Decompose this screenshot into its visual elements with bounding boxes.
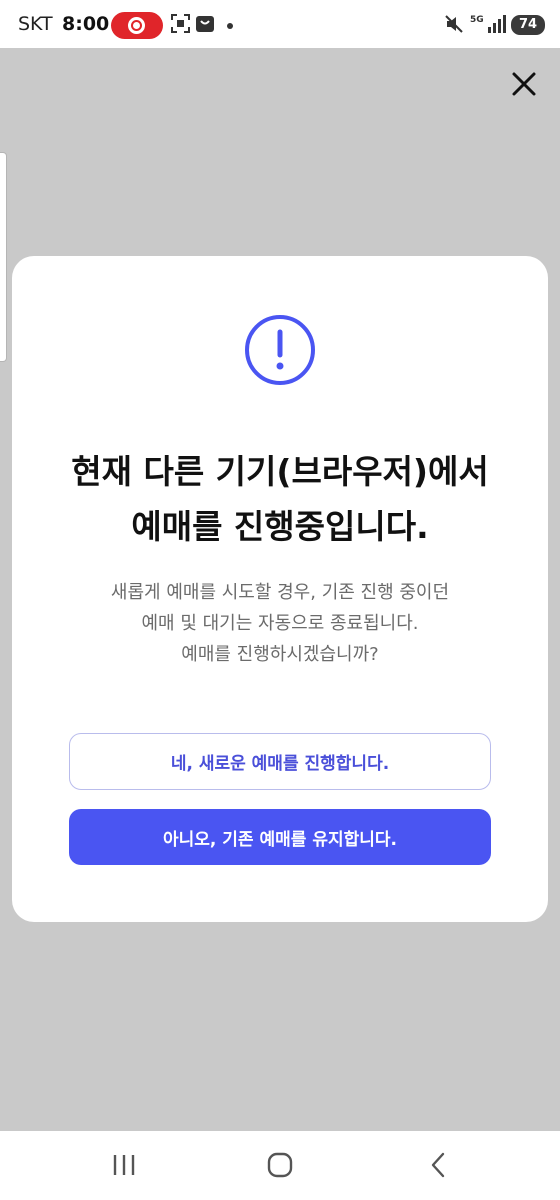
dialog-description: 새롭게 예매를 시도할 경우, 기존 진행 중이던 예매 및 대기는 자동으로 … [12, 577, 548, 670]
close-icon [512, 72, 536, 96]
notification-dot [227, 23, 233, 29]
dialog-title-line-2: 예매를 진행중입니다. [131, 507, 429, 546]
background-edge-panel [0, 152, 7, 362]
confirmation-dialog: 현재 다른 기기(브라우저)에서 예매를 진행중입니다. 새롭게 예매를 시도할… [12, 256, 548, 922]
dialog-description-line-3: 예매를 진행하시겠습니까? [181, 644, 379, 665]
screenshot-icon [171, 14, 190, 33]
recent-apps-icon [113, 1155, 135, 1175]
dialog-description-line-1: 새롭게 예매를 시도할 경우, 기존 진행 중이던 [110, 582, 450, 603]
dialog-title: 현재 다른 기기(브라우저)에서 예매를 진행중입니다. [12, 444, 548, 554]
close-button[interactable] [508, 68, 540, 100]
exclamation-circle-icon [245, 315, 315, 385]
battery-indicator: 74 [511, 15, 545, 35]
signal-icon [488, 15, 506, 33]
keep-existing-booking-button[interactable]: 아니오, 기존 예매를 유지합니다. [69, 809, 491, 865]
dialog-description-line-2: 예매 및 대기는 자동으로 종료됩니다. [141, 613, 419, 634]
back-button[interactable] [418, 1149, 458, 1181]
home-button[interactable] [260, 1149, 300, 1181]
status-bar: SKT 8:00 5G 74 [0, 0, 560, 48]
network-type: 5G [470, 15, 484, 25]
navigation-bar [0, 1131, 560, 1200]
screen-record-icon[interactable] [111, 12, 163, 39]
recent-apps-button[interactable] [104, 1149, 144, 1181]
clock: 8:00 [62, 13, 110, 35]
mute-icon [445, 15, 463, 33]
proceed-new-booking-button[interactable]: 네, 새로운 예매를 진행합니다. [69, 733, 491, 790]
back-icon [431, 1152, 445, 1178]
dialog-title-line-1: 현재 다른 기기(브라우저)에서 [71, 452, 489, 491]
home-icon [267, 1152, 293, 1178]
shopping-bag-icon [196, 16, 214, 32]
carrier-label: SKT [18, 13, 53, 35]
